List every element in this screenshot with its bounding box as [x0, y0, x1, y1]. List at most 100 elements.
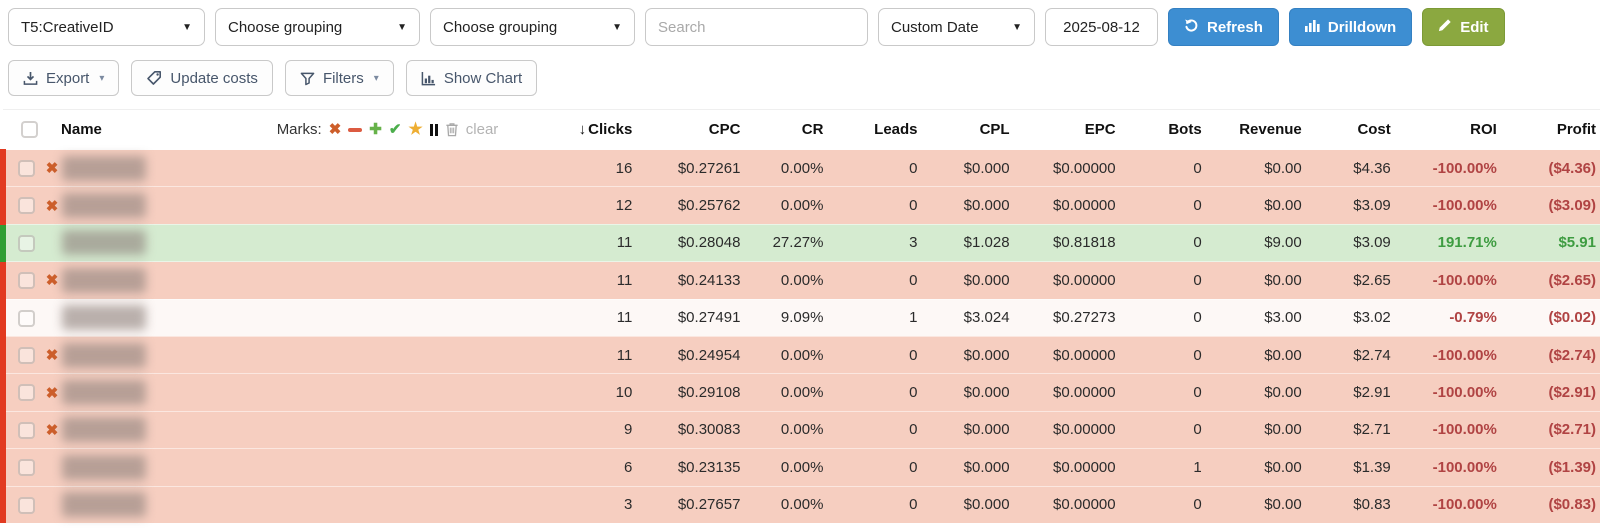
row-name-redacted [62, 193, 146, 218]
row-checkbox[interactable] [18, 235, 35, 252]
top-toolbar: T5:CreativeID ▼ Choose grouping ▼ Choose… [0, 0, 1600, 46]
bar-chart-icon [1305, 18, 1320, 36]
plus-mark-icon[interactable]: ✚ [369, 122, 382, 137]
cell-cr: 0.00% [744, 262, 827, 299]
cell-clicks: 16 [506, 150, 636, 187]
check-mark-icon[interactable]: ✔ [389, 122, 402, 137]
trash-icon[interactable] [445, 122, 459, 137]
cell-epc: $0.00000 [1014, 411, 1120, 448]
refresh-button[interactable]: Refresh [1168, 8, 1279, 46]
table-row[interactable]: ✖ 11 $0.28048 27.27% 3 $1.028 $0.81818 0… [3, 224, 1600, 261]
table-row[interactable]: ✖ 6 $0.23135 0.00% 0 $0.000 $0.00000 1 $… [3, 449, 1600, 486]
update-costs-button[interactable]: Update costs [131, 60, 273, 96]
search-input[interactable] [658, 19, 855, 36]
row-name-redacted [62, 417, 146, 442]
column-header-bots[interactable]: Bots [1120, 110, 1206, 150]
export-button[interactable]: Export ▾ [8, 60, 119, 96]
show-chart-button[interactable]: Show Chart [406, 60, 537, 96]
date-input[interactable]: 2025-08-12 [1045, 8, 1158, 46]
cell-roi: -100.00% [1395, 150, 1501, 187]
cell-revenue: $0.00 [1206, 486, 1306, 523]
star-mark-icon[interactable]: ★ [408, 122, 422, 138]
select-all-checkbox[interactable] [21, 121, 38, 138]
cell-cost: $2.65 [1306, 262, 1395, 299]
row-checkbox[interactable] [18, 384, 35, 401]
clear-marks-link[interactable]: clear [466, 121, 499, 138]
table-row[interactable]: ✖ 16 $0.27261 0.00% 0 $0.000 $0.00000 0 … [3, 150, 1600, 187]
table-row[interactable]: ✖ 12 $0.25762 0.00% 0 $0.000 $0.00000 0 … [3, 187, 1600, 224]
cell-cost: $2.74 [1306, 336, 1395, 373]
row-checkbox[interactable] [18, 272, 35, 289]
date-range-select[interactable]: Custom Date ▼ [878, 8, 1035, 46]
cell-cpl: $1.028 [922, 224, 1014, 261]
table-body: ✖ 16 $0.27261 0.00% 0 $0.000 $0.00000 0 … [3, 150, 1600, 524]
column-header-clicks[interactable]: ↓Clicks [506, 110, 636, 150]
row-checkbox[interactable] [18, 459, 35, 476]
row-x-mark-icon: ✖ [46, 347, 59, 364]
cell-cost: $0.83 [1306, 486, 1395, 523]
cell-cr: 0.00% [744, 449, 827, 486]
cell-epc: $0.27273 [1014, 299, 1120, 336]
minus-mark-icon[interactable] [348, 128, 362, 132]
row-name-redacted [62, 380, 146, 405]
cell-bots: 1 [1120, 449, 1206, 486]
column-header-name[interactable]: Name [61, 121, 102, 138]
table-row[interactable]: ✖ 3 $0.27657 0.00% 0 $0.000 $0.00000 0 $… [3, 486, 1600, 523]
filters-button[interactable]: Filters ▾ [285, 60, 394, 96]
grouping-select-3[interactable]: Choose grouping ▼ [430, 8, 635, 46]
column-header-leads[interactable]: Leads [827, 110, 921, 150]
column-header-cpl[interactable]: CPL [922, 110, 1014, 150]
cell-cpc: $0.27261 [636, 150, 744, 187]
table-row[interactable]: ✖ 11 $0.24954 0.00% 0 $0.000 $0.00000 0 … [3, 336, 1600, 373]
cell-revenue: $0.00 [1206, 374, 1306, 411]
edit-button[interactable]: Edit [1422, 8, 1504, 46]
cell-bots: 0 [1120, 224, 1206, 261]
cell-cpl: $0.000 [922, 374, 1014, 411]
table-row[interactable]: ✖ 11 $0.27491 9.09% 1 $3.024 $0.27273 0 … [3, 299, 1600, 336]
cell-epc: $0.00000 [1014, 374, 1120, 411]
drilldown-button[interactable]: Drilldown [1289, 8, 1412, 46]
cell-bots: 0 [1120, 374, 1206, 411]
table-row[interactable]: ✖ 11 $0.24133 0.00% 0 $0.000 $0.00000 0 … [3, 262, 1600, 299]
cell-cost: $2.91 [1306, 374, 1395, 411]
table-row[interactable]: ✖ 9 $0.30083 0.00% 0 $0.000 $0.00000 0 $… [3, 411, 1600, 448]
column-header-roi[interactable]: ROI [1395, 110, 1501, 150]
table-header-row: Name Marks: ✖ ✚ ✔ ★ clear [3, 110, 1600, 150]
date-range-select-value: Custom Date [891, 19, 979, 36]
column-header-revenue[interactable]: Revenue [1206, 110, 1306, 150]
cell-cr: 0.00% [744, 374, 827, 411]
cell-revenue: $0.00 [1206, 150, 1306, 187]
pause-mark-icon[interactable] [430, 124, 438, 136]
row-checkbox[interactable] [18, 347, 35, 364]
row-checkbox[interactable] [18, 422, 35, 439]
row-checkbox[interactable] [18, 160, 35, 177]
dropdown-caret-icon: ▼ [612, 22, 622, 33]
cell-cpc: $0.24133 [636, 262, 744, 299]
cell-cpc: $0.30083 [636, 411, 744, 448]
cell-epc: $0.81818 [1014, 224, 1120, 261]
column-header-cr[interactable]: CR [744, 110, 827, 150]
x-mark-icon[interactable]: ✖ [329, 122, 342, 137]
grouping-select-2[interactable]: Choose grouping ▼ [215, 8, 420, 46]
cell-leads: 0 [827, 411, 921, 448]
grouping-select-1[interactable]: T5:CreativeID ▼ [8, 8, 205, 46]
table-row[interactable]: ✖ 10 $0.29108 0.00% 0 $0.000 $0.00000 0 … [3, 374, 1600, 411]
cell-profit: ($0.02) [1501, 299, 1600, 336]
cell-epc: $0.00000 [1014, 262, 1120, 299]
cell-cpc: $0.25762 [636, 187, 744, 224]
cell-roi: 191.71% [1395, 224, 1501, 261]
cell-roi: -100.00% [1395, 262, 1501, 299]
column-header-cost[interactable]: Cost [1306, 110, 1395, 150]
cell-cr: 27.27% [744, 224, 827, 261]
column-header-profit[interactable]: Profit [1501, 110, 1600, 150]
refresh-icon [1184, 18, 1199, 37]
funnel-icon [300, 71, 315, 86]
column-header-cpc[interactable]: CPC [636, 110, 744, 150]
row-checkbox[interactable] [18, 197, 35, 214]
row-checkbox[interactable] [18, 310, 35, 327]
cell-cpc: $0.28048 [636, 224, 744, 261]
cell-leads: 0 [827, 262, 921, 299]
row-checkbox[interactable] [18, 497, 35, 514]
cell-profit: ($0.83) [1501, 486, 1600, 523]
column-header-epc[interactable]: EPC [1014, 110, 1120, 150]
